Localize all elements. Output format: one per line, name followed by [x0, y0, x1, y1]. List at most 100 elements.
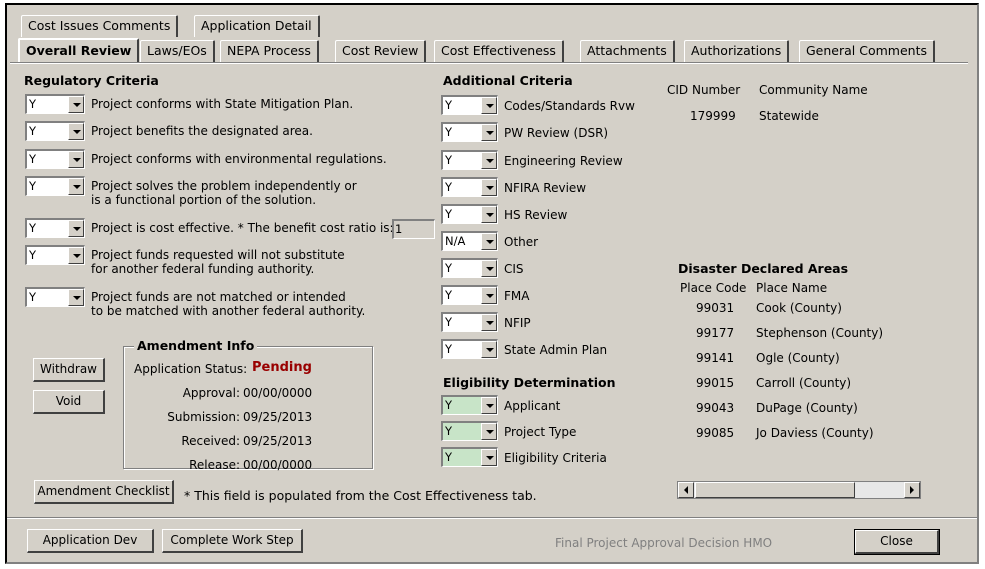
- chevron-down-icon[interactable]: [481, 179, 497, 196]
- reg-combo-1[interactable]: Y: [25, 94, 85, 114]
- chevron-down-icon[interactable]: [68, 220, 84, 237]
- application-dev-button[interactable]: Application Dev: [27, 529, 154, 553]
- reg-label-3: Project conforms with environmental regu…: [91, 152, 387, 166]
- tab-general-comments[interactable]: General Comments: [799, 40, 935, 62]
- tab-overall-review[interactable]: Overall Review: [18, 38, 140, 62]
- elig-label-eligibility-criteria: Eligibility Criteria: [504, 451, 607, 465]
- elig-combo-eligibility-criteria[interactable]: Y: [441, 447, 498, 467]
- chevron-down-icon[interactable]: [481, 152, 497, 169]
- elig-label-project-type: Project Type: [504, 425, 577, 439]
- chevron-down-icon[interactable]: [481, 449, 497, 466]
- received-label: Received:: [181, 434, 240, 448]
- reg-label-4a: Project solves the problem independently…: [91, 179, 357, 193]
- place-code[interactable]: 99085: [696, 426, 734, 440]
- chevron-down-icon[interactable]: [481, 287, 497, 304]
- place-code[interactable]: 99177: [696, 326, 734, 340]
- reg-label-7a: Project funds are not matched or intende…: [91, 290, 346, 304]
- add-combo-7[interactable]: Y: [441, 258, 498, 278]
- tab-application-detail[interactable]: Application Detail: [194, 15, 320, 37]
- scroll-left-icon[interactable]: [678, 482, 694, 498]
- scroll-thumb[interactable]: [695, 482, 855, 498]
- tab-attachments[interactable]: Attachments: [580, 40, 675, 62]
- reg-combo-6[interactable]: Y: [25, 245, 85, 265]
- close-button[interactable]: Close: [854, 529, 940, 555]
- add-combo-6[interactable]: N/A: [441, 231, 498, 251]
- add-label-10: State Admin Plan: [504, 343, 608, 357]
- chevron-down-icon[interactable]: [68, 289, 84, 306]
- chevron-down-icon[interactable]: [68, 178, 84, 195]
- place-name[interactable]: Carroll (County): [756, 376, 851, 390]
- add-combo-9[interactable]: Y: [441, 312, 498, 332]
- reg-combo-7[interactable]: Y: [25, 287, 85, 307]
- reg-label-4b: is a functional portion of the solution.: [91, 193, 317, 207]
- add-label-7: CIS: [504, 262, 524, 276]
- tab-cost-effectiveness[interactable]: Cost Effectiveness: [434, 40, 564, 62]
- application-status-value: Pending: [252, 360, 312, 375]
- amendment-checklist-button[interactable]: Amendment Checklist: [34, 480, 174, 504]
- place-name[interactable]: Stephenson (County): [756, 326, 883, 340]
- footer-divider: [7, 517, 977, 519]
- place-name-header: Place Name: [756, 281, 828, 295]
- reg-combo-2[interactable]: Y: [25, 121, 85, 141]
- complete-work-step-button[interactable]: Complete Work Step: [162, 529, 303, 553]
- add-combo-3[interactable]: Y: [441, 150, 498, 170]
- chevron-down-icon[interactable]: [481, 423, 497, 440]
- reg-combo-5[interactable]: Y: [25, 218, 85, 238]
- reg-combo-3[interactable]: Y: [25, 149, 85, 169]
- add-combo-2[interactable]: Y: [441, 122, 498, 142]
- application-status-label: Application Status:: [134, 362, 248, 376]
- disaster-areas-scrollbar[interactable]: [677, 481, 921, 499]
- place-name[interactable]: Cook (County): [756, 301, 842, 315]
- elig-combo-applicant[interactable]: Y: [441, 395, 498, 415]
- void-button[interactable]: Void: [33, 390, 105, 414]
- add-label-4: NFIRA Review: [504, 181, 587, 195]
- place-name[interactable]: Jo Daviess (County): [756, 426, 874, 440]
- chevron-down-icon[interactable]: [481, 314, 497, 331]
- reg-combo-4[interactable]: Y: [25, 176, 85, 196]
- benefit-cost-ratio-field[interactable]: 1: [392, 219, 435, 239]
- place-name[interactable]: DuPage (County): [756, 401, 858, 415]
- community-name-header: Community Name: [759, 83, 868, 97]
- reg-label-6b: for another federal funding authority.: [91, 262, 315, 276]
- chevron-down-icon[interactable]: [481, 233, 497, 250]
- add-combo-10[interactable]: Y: [441, 339, 498, 359]
- scroll-right-icon[interactable]: [904, 482, 920, 498]
- chevron-down-icon[interactable]: [68, 151, 84, 168]
- place-code[interactable]: 99031: [696, 301, 734, 315]
- place-code-header: Place Code: [680, 281, 747, 295]
- chevron-down-icon[interactable]: [481, 260, 497, 277]
- add-label-8: FMA: [504, 289, 530, 303]
- reg-label-6a: Project funds requested will not substit…: [91, 248, 345, 262]
- place-name[interactable]: Ogle (County): [756, 351, 840, 365]
- community-name-value[interactable]: Statewide: [759, 109, 819, 123]
- reg-label-7b: to be matched with another federal autho…: [91, 304, 366, 318]
- tab-nepa-process[interactable]: NEPA Process: [220, 40, 319, 62]
- chevron-down-icon[interactable]: [481, 397, 497, 414]
- place-code[interactable]: 99015: [696, 376, 734, 390]
- chevron-down-icon[interactable]: [481, 341, 497, 358]
- eligibility-determination-title: Eligibility Determination: [443, 375, 616, 390]
- add-combo-4[interactable]: Y: [441, 177, 498, 197]
- chevron-down-icon[interactable]: [68, 247, 84, 264]
- chevron-down-icon[interactable]: [68, 123, 84, 140]
- elig-combo-project-type[interactable]: Y: [441, 421, 498, 441]
- add-combo-8[interactable]: Y: [441, 285, 498, 305]
- tab-laws-eos[interactable]: Laws/EOs: [140, 40, 215, 62]
- chevron-down-icon[interactable]: [68, 96, 84, 113]
- add-combo-5[interactable]: Y: [441, 204, 498, 224]
- place-code[interactable]: 99043: [696, 401, 734, 415]
- tab-cost-review[interactable]: Cost Review: [335, 40, 427, 62]
- chevron-down-icon[interactable]: [481, 124, 497, 141]
- withdraw-button[interactable]: Withdraw: [33, 358, 105, 382]
- add-label-3: Engineering Review: [504, 154, 623, 168]
- add-combo-1[interactable]: Y: [441, 95, 498, 115]
- chevron-down-icon[interactable]: [481, 97, 497, 114]
- cid-number-value[interactable]: 179999: [690, 109, 736, 123]
- reg-label-5: Project is cost effective. * The benefit…: [91, 221, 394, 235]
- release-label: Release:: [189, 458, 240, 472]
- tab-cost-issues-comments[interactable]: Cost Issues Comments: [21, 15, 179, 37]
- tab-authorizations[interactable]: Authorizations: [684, 40, 790, 62]
- chevron-down-icon[interactable]: [481, 206, 497, 223]
- final-decision-label: Final Project Approval Decision HMO: [555, 536, 773, 550]
- place-code[interactable]: 99141: [696, 351, 734, 365]
